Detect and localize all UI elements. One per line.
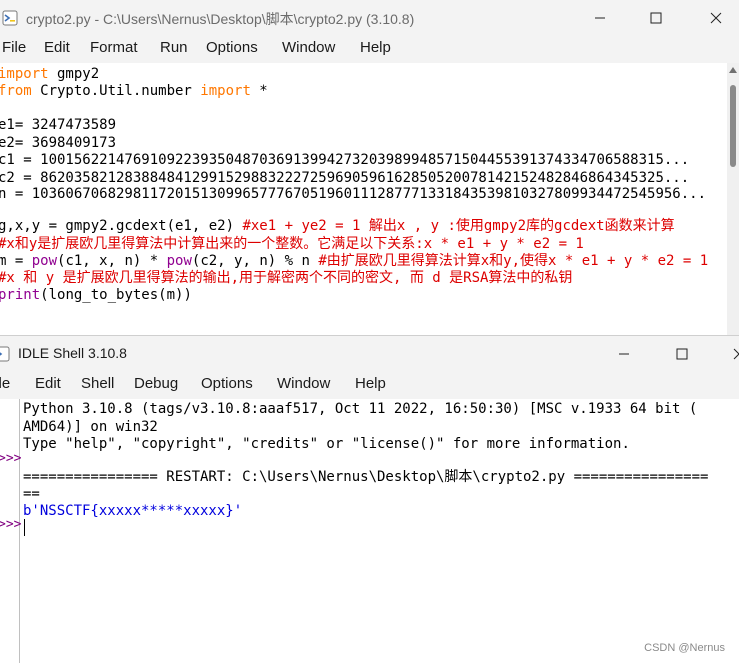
maximize-button[interactable] xyxy=(659,336,705,371)
code-comment: #x和y是扩展欧几里得算法中计算出来的一个整数。它满足以下关系:x * e1 +… xyxy=(0,236,584,252)
minimize-icon xyxy=(595,17,605,18)
editor-menubar: File Edit Format Run Options Window Help xyxy=(0,35,739,63)
menu-help[interactable]: Help xyxy=(360,39,391,56)
shell-prompt: >>> xyxy=(0,517,22,532)
maximize-icon xyxy=(650,12,662,23)
menu-format[interactable]: Format xyxy=(90,39,138,56)
prompt-gutter: >>> >>> xyxy=(0,399,22,663)
maximize-icon xyxy=(676,348,688,359)
python-shell-icon xyxy=(0,346,10,362)
menu-options[interactable]: Options xyxy=(201,375,253,392)
shell-window-title: IDLE Shell 3.10.8 xyxy=(18,345,127,361)
keyword-import: import xyxy=(0,66,49,82)
code-editor[interactable]: import gmpy2 from Crypto.Util.number imp… xyxy=(0,63,727,335)
shell-prompt: >>> xyxy=(0,451,22,466)
editor-vertical-scrollbar[interactable] xyxy=(727,63,739,335)
keyword-from: from xyxy=(0,83,32,99)
code-line-e1: e1= 3247473589 xyxy=(0,117,117,133)
editor-window-title: crypto2.py - C:\Users\Nernus\Desktop\脚本\… xyxy=(26,11,415,27)
shell-output-area[interactable]: >>> >>> Python 3.10.8 (tags/v3.10.8:aaaf… xyxy=(0,399,739,663)
keyword-import: import xyxy=(200,83,251,99)
python-idle-icon xyxy=(2,10,18,26)
shell-restart-line: ================ RESTART: C:\Users\Nernu… xyxy=(23,469,709,485)
code-line-print: print(long_to_bytes(m)) xyxy=(0,286,192,305)
code-text: gmpy2 xyxy=(48,66,100,82)
builtin-print: print xyxy=(0,287,41,303)
code-comment: #x 和 y 是扩展欧几里得算法的输出,用于解密两个不同的密文, 而 d 是RS… xyxy=(0,270,573,286)
menu-run[interactable]: Run xyxy=(160,39,188,56)
shell-output-flag: b'NSSCTF{xxxxx*****xxxxx}' xyxy=(23,503,243,519)
menu-edit[interactable]: Edit xyxy=(35,375,61,392)
code-text: (c2, y, n) % n xyxy=(191,253,319,269)
editor-window: crypto2.py - C:\Users\Nernus\Desktop\脚本\… xyxy=(0,0,739,335)
code-line-n: n = 103606706829811720151309965777670519… xyxy=(0,186,707,202)
code-line-gcdext: g,x,y = gmpy2.gcdext(e1, e2) #xe1 + ye2 … xyxy=(0,217,675,236)
close-button[interactable] xyxy=(693,0,739,35)
code-text: g,x,y = gmpy2.gcdext(e1, e2) xyxy=(0,218,243,234)
shell-banner-line-3: Type "help", "copyright", "credits" or "… xyxy=(23,436,630,452)
builtin-pow: pow xyxy=(31,253,58,269)
code-text: (long_to_bytes(m)) xyxy=(40,287,192,303)
close-icon xyxy=(710,12,722,23)
code-text: m = xyxy=(0,253,32,269)
builtin-pow: pow xyxy=(166,253,192,269)
code-text: (c1, x, n) * xyxy=(57,253,167,269)
menu-edit[interactable]: Edit xyxy=(44,39,70,56)
minimize-button[interactable] xyxy=(577,0,623,35)
menu-file[interactable]: File xyxy=(2,39,26,56)
scrollbar-thumb[interactable] xyxy=(730,85,736,167)
close-button[interactable] xyxy=(716,336,739,371)
menu-window[interactable]: Window xyxy=(282,39,335,56)
code-text: Crypto.Util.number xyxy=(31,83,201,99)
shell-menubar: File Edit Shell Debug Options Window Hel… xyxy=(0,371,739,399)
code-line-2: from Crypto.Util.number import * xyxy=(0,82,268,101)
menu-options[interactable]: Options xyxy=(206,39,258,56)
maximize-button[interactable] xyxy=(633,0,679,35)
code-comment: #xe1 + ye2 = 1 解出x , y :使用gmpy2库的gcdext函… xyxy=(242,218,675,234)
text-cursor xyxy=(24,519,25,536)
scroll-up-arrow-icon[interactable] xyxy=(729,67,737,73)
menu-help[interactable]: Help xyxy=(355,375,386,392)
menu-shell[interactable]: Shell xyxy=(81,375,114,392)
watermark: CSDN @Nernus xyxy=(644,642,725,654)
code-text: * xyxy=(250,83,268,99)
minimize-icon xyxy=(619,353,629,354)
editor-titlebar[interactable]: crypto2.py - C:\Users\Nernus\Desktop\脚本\… xyxy=(0,0,739,35)
menu-file[interactable]: File xyxy=(0,375,10,392)
code-line-c1: c1 = 10015622147691092239350487036913994… xyxy=(0,152,690,168)
minimize-button[interactable] xyxy=(601,336,647,371)
shell-banner-line-1: Python 3.10.8 (tags/v3.10.8:aaaf517, Oct… xyxy=(23,401,698,417)
shell-window: IDLE Shell 3.10.8 File Edit Shell Debug … xyxy=(0,335,739,663)
close-icon xyxy=(733,348,739,359)
shell-titlebar[interactable]: IDLE Shell 3.10.8 xyxy=(0,336,739,371)
menu-window[interactable]: Window xyxy=(277,375,330,392)
menu-debug[interactable]: Debug xyxy=(134,375,178,392)
code-comment: #由扩展欧几里得算法计算x和y,使得x * e1 + y * e2 = 1 xyxy=(318,253,709,269)
